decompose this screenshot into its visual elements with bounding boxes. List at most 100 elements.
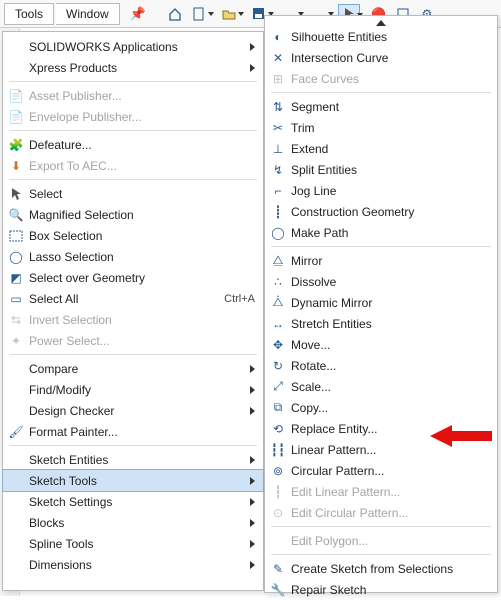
paintbrush-icon: 🖌 <box>7 424 25 440</box>
lbl: Select <box>29 187 255 201</box>
mi-segment[interactable]: ⇅ Segment <box>265 96 497 117</box>
lbl: Edit Circular Pattern... <box>291 506 489 520</box>
mi-silhouette[interactable]: ◐ Silhouette Entities <box>265 26 497 47</box>
envelope-icon: 📄 <box>7 109 25 125</box>
mi-compare[interactable]: Compare <box>3 358 263 379</box>
lbl: Spline Tools <box>29 537 250 551</box>
mi-find-modify[interactable]: Find/Modify <box>3 379 263 400</box>
separator <box>9 179 257 180</box>
create-sketch-icon: ✎ <box>269 561 287 577</box>
mi-create-sketch-selections[interactable]: ✎ Create Sketch from Selections <box>265 558 497 579</box>
lbl: Envelope Publisher... <box>29 110 255 124</box>
cursor-icon <box>7 186 25 202</box>
mi-defeature[interactable]: 🧩 Defeature... <box>3 134 263 155</box>
lbl: Move... <box>291 338 489 352</box>
lbl: Create Sketch from Selections <box>291 562 489 576</box>
mi-sketch-entities[interactable]: Sketch Entities <box>3 449 263 470</box>
new-file-icon[interactable] <box>188 4 210 24</box>
lbl: Mirror <box>291 254 489 268</box>
lbl: Format Painter... <box>29 425 255 439</box>
mi-jog-line[interactable]: ⌐Jog Line <box>265 180 497 201</box>
menu-tab-window[interactable]: Window <box>56 3 120 25</box>
sketch-tools-submenu: ◐ Silhouette Entities ✕Intersection Curve… <box>264 15 498 593</box>
lbl: Silhouette Entities <box>291 30 489 44</box>
mi-repair-sketch[interactable]: 🔧Repair Sketch <box>265 579 497 600</box>
mi-scale[interactable]: ⤢Scale... <box>265 376 497 397</box>
mi-envelope-publisher: 📄 Envelope Publisher... <box>3 106 263 127</box>
mi-invert-selection: ⇆ Invert Selection <box>3 309 263 330</box>
lbl: Defeature... <box>29 138 255 152</box>
mi-xpress[interactable]: Xpress Products <box>3 57 263 78</box>
mi-extend[interactable]: ⊥ Extend <box>265 138 497 159</box>
power-select-icon: ✦ <box>7 333 25 349</box>
mi-solidworks-apps[interactable]: SOLIDWORKS Applications <box>3 36 263 57</box>
lbl: Select All <box>29 292 214 306</box>
lbl: Extend <box>291 142 489 156</box>
mi-spline-tools[interactable]: Spline Tools <box>3 533 263 554</box>
mi-sketch-settings[interactable]: Sketch Settings <box>3 491 263 512</box>
mi-split-entities[interactable]: ↯Split Entities <box>265 159 497 180</box>
dissolve-icon: ∴ <box>269 274 287 290</box>
rotate-icon: ↻ <box>269 358 287 374</box>
separator <box>271 526 491 527</box>
lbl: Asset Publisher... <box>29 89 255 103</box>
mi-sketch-tools[interactable]: Sketch Tools <box>3 470 263 491</box>
lbl: Make Path <box>291 226 489 240</box>
lbl: Power Select... <box>29 334 255 348</box>
mi-box-selection[interactable]: Box Selection <box>3 225 263 246</box>
mi-trim[interactable]: ✂Trim <box>265 117 497 138</box>
lbl: Segment <box>291 100 489 114</box>
lbl: Dissolve <box>291 275 489 289</box>
mi-mirror[interactable]: ⧋Mirror <box>265 250 497 271</box>
mi-lasso-selection[interactable]: ◯Lasso Selection <box>3 246 263 267</box>
mi-select[interactable]: Select <box>3 183 263 204</box>
mi-magnified-selection[interactable]: 🔍Magnified Selection <box>3 204 263 225</box>
mi-dimensions[interactable]: Dimensions <box>3 554 263 575</box>
separator <box>9 81 257 82</box>
select-all-icon: ▭ <box>7 291 25 307</box>
mi-make-path[interactable]: ◯Make Path <box>265 222 497 243</box>
shortcut: Ctrl+A <box>214 293 255 305</box>
mi-copy[interactable]: ⧉Copy... <box>265 397 497 418</box>
mi-circular-pattern[interactable]: ⊚Circular Pattern... <box>265 460 497 481</box>
mi-select-over-geometry[interactable]: ◩Select over Geometry <box>3 267 263 288</box>
mi-asset-publisher: 📄Asset Publisher... <box>3 85 263 106</box>
menu-tab-tools[interactable]: Tools <box>4 3 54 25</box>
mi-rotate[interactable]: ↻Rotate... <box>265 355 497 376</box>
lbl: Export To AEC... <box>29 159 255 173</box>
move-icon: ✥ <box>269 337 287 353</box>
jog-icon: ⌐ <box>269 183 287 199</box>
invert-icon: ⇆ <box>7 312 25 328</box>
lbl: Invert Selection <box>29 313 255 327</box>
mi-blocks[interactable]: Blocks <box>3 512 263 533</box>
lbl: Sketch Tools <box>29 474 250 488</box>
mi-intersection-curve[interactable]: ✕Intersection Curve <box>265 47 497 68</box>
lbl: Trim <box>291 121 489 135</box>
replace-icon: ⟲ <box>269 421 287 437</box>
mi-format-painter[interactable]: 🖌 Format Painter... <box>3 421 263 442</box>
mi-construction-geom[interactable]: ┋Construction Geometry <box>265 201 497 222</box>
home-icon[interactable] <box>164 4 186 24</box>
mi-select-all[interactable]: ▭ Select AllCtrl+A <box>3 288 263 309</box>
separator <box>271 554 491 555</box>
lbl: Select over Geometry <box>29 271 255 285</box>
silhouette-icon: ◐ <box>269 29 287 45</box>
mi-dynamic-mirror[interactable]: ⧊Dynamic Mirror <box>265 292 497 313</box>
mi-stretch[interactable]: ↔Stretch Entities <box>265 313 497 334</box>
pin-icon[interactable]: 📌 <box>122 6 154 22</box>
mi-design-checker[interactable]: Design Checker <box>3 400 263 421</box>
extend-icon: ⊥ <box>269 141 287 157</box>
mi-edit-linear: ┇Edit Linear Pattern... <box>265 481 497 502</box>
lbl: Face Curves <box>291 72 489 86</box>
mi-move[interactable]: ✥ Move... <box>265 334 497 355</box>
defeature-icon: 🧩 <box>7 137 25 153</box>
lbl: Stretch Entities <box>291 317 489 331</box>
lbl: Scale... <box>291 380 489 394</box>
segment-icon: ⇅ <box>269 99 287 115</box>
mi-dissolve[interactable]: ∴ Dissolve <box>265 271 497 292</box>
lbl: Lasso Selection <box>29 250 255 264</box>
open-file-icon[interactable] <box>218 4 240 24</box>
magnify-icon: 🔍 <box>7 207 25 223</box>
lbl: Box Selection <box>29 229 255 243</box>
lbl: Xpress Products <box>29 61 250 75</box>
